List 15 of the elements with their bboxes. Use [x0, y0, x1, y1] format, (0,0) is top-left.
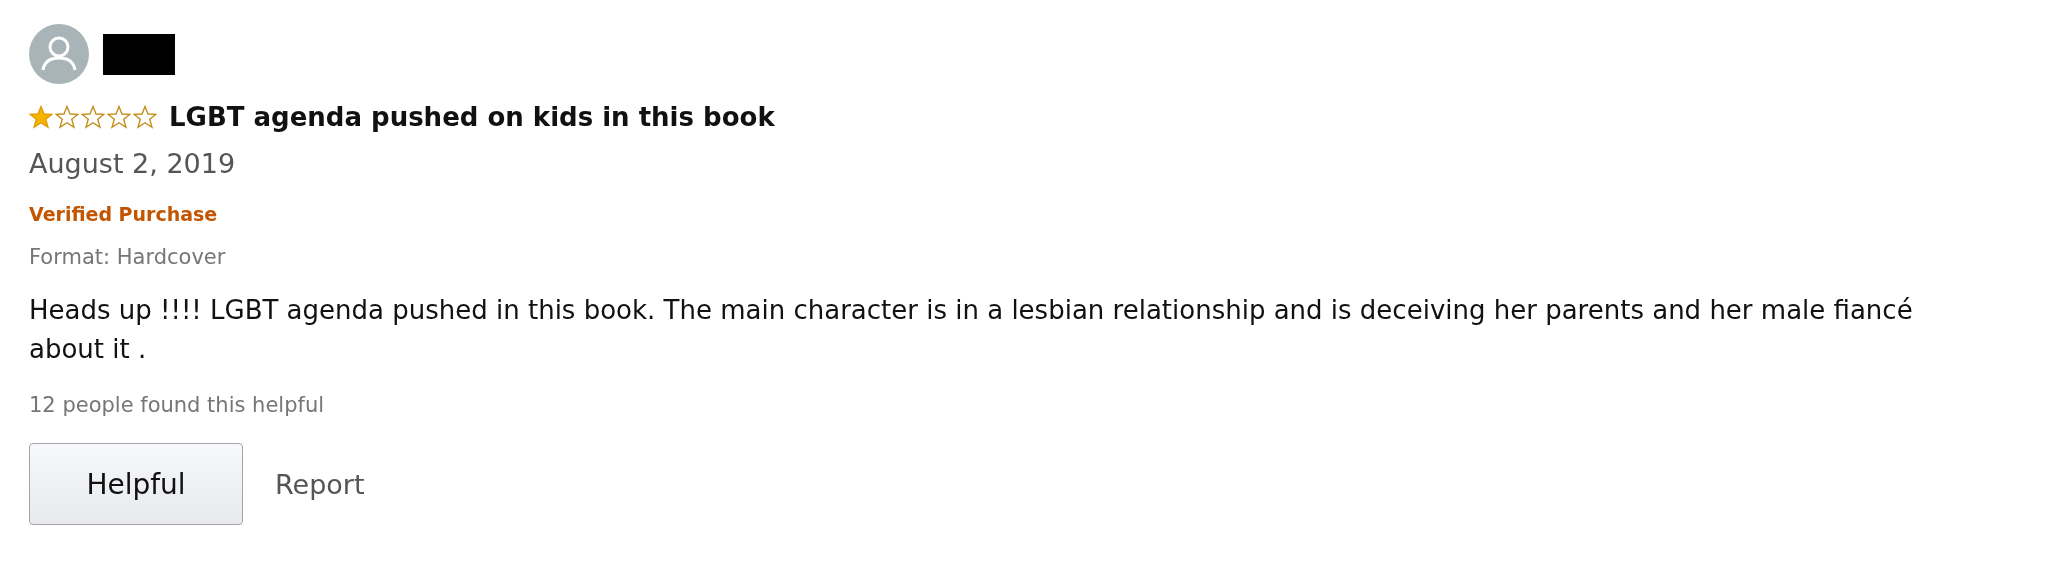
helpful-button[interactable]: Helpful [29, 443, 243, 525]
empty-star-icon [55, 105, 79, 129]
empty-star-icon [133, 105, 157, 129]
format-label: Format: Hardcover [29, 245, 226, 269]
verified-purchase-label: Verified Purchase [29, 203, 218, 225]
review-body: Heads up !!!! LGBT agenda pushed in this book. The main character is in a lesbian relationship and is deceiving her parents and her male fiancé about it . [29, 294, 1914, 366]
review-date: August 2, 2019 [29, 148, 236, 179]
redaction-bar [103, 33, 175, 75]
review-title: LGBT agenda pushed on kids in this book [169, 102, 775, 132]
empty-star-icon [81, 105, 105, 129]
avatar-icon [29, 24, 89, 84]
report-link[interactable]: Report [275, 468, 365, 500]
filled-star-icon [29, 105, 53, 129]
helpful-count: 12 people found this helpful [29, 393, 325, 417]
empty-star-icon [107, 105, 131, 129]
